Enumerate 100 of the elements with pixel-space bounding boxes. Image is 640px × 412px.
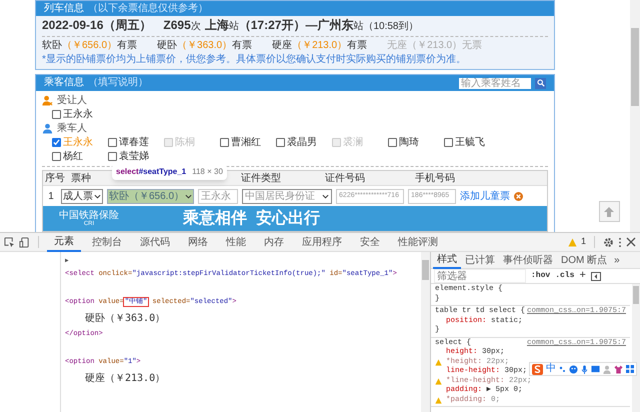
price-note: *显示的卧铺票价均为上铺票价，供您参考。具体票价以您确认支付时实际购买的铺别票价为准。	[42, 53, 467, 67]
group-label: 乘车人	[57, 122, 87, 136]
passenger-name: 陈桐	[175, 136, 195, 150]
departure-time: （17:27开）—	[238, 18, 318, 33]
search-icon	[536, 79, 544, 87]
station-suffix: 站	[228, 20, 239, 34]
devtools-tab[interactable]: 内存	[257, 232, 291, 252]
panel-title: 列车信息	[44, 4, 84, 14]
caret-icon	[185, 194, 192, 198]
devtools-tab[interactable]: 应用程序	[295, 232, 349, 252]
passenger-name: 王永永	[63, 136, 93, 150]
up-arrow-icon	[603, 206, 615, 218]
passenger-name: 谭春莲	[119, 136, 149, 150]
checkbox[interactable]	[220, 138, 229, 146]
departure-station: 上海	[204, 18, 229, 33]
ime-mode[interactable]: 中	[546, 364, 556, 374]
passenger-name: 裘澜	[343, 136, 363, 150]
punctuation-icon[interactable]	[559, 365, 566, 373]
seat-availability: 硬卧（￥363.0）有票	[157, 39, 252, 53]
more-tabs-button[interactable]: »	[611, 252, 623, 268]
panel-subtitle: （以下余票信息仅供参考）	[88, 4, 208, 14]
warning-icon	[435, 358, 442, 366]
brand-name: 中国铁路保险	[59, 210, 119, 220]
panel-title: 乘客信息	[44, 78, 84, 88]
grid-icon[interactable]	[626, 365, 634, 373]
shirt-icon[interactable]	[614, 364, 623, 374]
styles-tab[interactable]: 事件侦听器	[499, 252, 557, 268]
caret-icon	[322, 194, 330, 198]
warning-icon	[435, 396, 442, 404]
devtools-tab[interactable]: 性能评测	[391, 232, 445, 252]
checkbox[interactable]	[52, 110, 61, 118]
filter-field[interactable]: 筛选器	[434, 269, 526, 283]
option-text: 硬座（￥213.0）	[85, 372, 166, 386]
checkbox[interactable]	[108, 152, 117, 160]
seat-availability: 无座（￥213.0）无票	[387, 38, 482, 53]
seat-availability: 软卧（￥656.0）有票	[42, 39, 138, 53]
remove-icon[interactable]	[514, 192, 524, 200]
devtools-tab[interactable]: 性能	[219, 232, 253, 252]
passenger-name: 陶琦	[399, 136, 419, 150]
passenger-name: 裘晶男	[287, 136, 317, 150]
ime-logo-icon[interactable]	[532, 364, 543, 374]
caret-icon	[94, 194, 101, 198]
search-button[interactable]	[535, 78, 546, 88]
inspect-icon[interactable]	[4, 236, 15, 248]
panel-subtitle: （填写说明）	[88, 78, 148, 88]
selector-tag: select	[116, 167, 139, 176]
checkbox[interactable]	[108, 138, 117, 146]
keyboard-icon[interactable]	[591, 365, 600, 373]
devtools-tab[interactable]: 安全	[353, 232, 387, 252]
checkbox[interactable]	[52, 152, 61, 160]
devtools-tab[interactable]: 源代码	[133, 232, 177, 252]
train-number: Z695	[163, 18, 191, 33]
warning-count[interactable]: 1	[580, 235, 586, 249]
person-icon	[42, 94, 53, 106]
seat-type-select[interactable]: 软卧（￥656.0）	[107, 188, 194, 204]
device-toggle-icon[interactable]	[19, 236, 30, 248]
more-options-icon[interactable]	[618, 236, 622, 248]
styles-tab[interactable]: DOM 断点	[557, 252, 612, 268]
column-header: 序号	[45, 172, 65, 186]
column-header: 票种	[71, 172, 91, 186]
passenger-name: 袁莹娣	[119, 150, 149, 164]
warning-icon	[435, 378, 442, 385]
page-scrollbar[interactable]	[630, 0, 640, 232]
column-header: 手机号码	[415, 172, 455, 186]
elements-scrollbar[interactable]	[421, 252, 430, 412]
settings-icon[interactable]	[603, 236, 614, 248]
checkbox[interactable]	[444, 138, 453, 146]
styles-scrollbar[interactable]	[632, 284, 640, 412]
class-button[interactable]: .cls	[555, 270, 574, 282]
devtools-tab[interactable]: 控制台	[85, 232, 129, 252]
column-header: 证件号码	[325, 172, 365, 186]
selector-id: #seatType_1	[138, 167, 186, 176]
checkbox[interactable]	[388, 138, 397, 146]
close-icon[interactable]	[626, 237, 636, 247]
column-header: 证件类型	[241, 172, 281, 186]
hover-state-button[interactable]: :hov	[531, 270, 550, 282]
add-child-ticket-link[interactable]: 添加儿童票	[460, 188, 510, 204]
passenger-name: 曹湘红	[231, 136, 261, 150]
devtools-tab[interactable]: 网络	[181, 232, 215, 252]
styles-tab[interactable]: 已计算	[461, 252, 499, 268]
element-size: 118 × 30	[192, 166, 223, 178]
devtools-tab[interactable]: 元素	[47, 232, 81, 252]
option-text: 硬卧（￥363.0）	[85, 312, 166, 326]
passenger-name: 王毓飞	[455, 136, 485, 150]
passenger-name: 王永永	[63, 108, 93, 122]
seat-availability: 硬座（￥213.0）有票	[272, 38, 368, 53]
group-label: 受让人	[57, 94, 87, 108]
station-suffix: 站	[353, 20, 364, 34]
checkbox[interactable]	[52, 138, 61, 146]
add-rule-button[interactable]: +	[579, 268, 586, 284]
ticket-type-select[interactable]: 成人票	[61, 188, 103, 204]
row-number: 1	[47, 190, 55, 204]
train-suffix: 次	[190, 20, 201, 34]
emoji-icon[interactable]	[569, 364, 578, 374]
person-icon	[42, 122, 53, 134]
sidebar-toggle-icon[interactable]	[591, 272, 602, 280]
checkbox[interactable]	[276, 138, 285, 146]
microphone-icon[interactable]	[581, 364, 588, 374]
passenger-name: 杨红	[63, 150, 83, 164]
arrival-time: （10:58到）	[363, 21, 418, 34]
